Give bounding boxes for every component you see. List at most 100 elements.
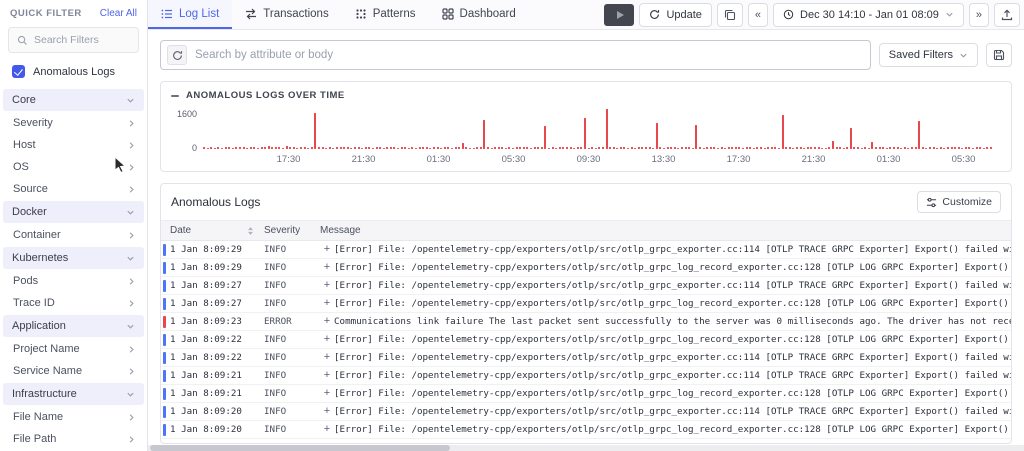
filter-item-trace-id[interactable]: Trace ID <box>0 292 147 314</box>
expand-plus-icon[interactable]: + <box>320 406 334 417</box>
expand-plus-icon[interactable]: + <box>320 370 334 381</box>
filter-item-host[interactable]: Host <box>0 134 147 156</box>
chart-bar <box>282 148 285 149</box>
expand-plus-icon[interactable]: + <box>320 244 334 255</box>
chart-bar <box>939 147 942 149</box>
filter-search-input[interactable] <box>34 34 130 46</box>
log-row[interactable]: 1 Jan 8:09:22 INFO + [Error] File: /opentel… <box>161 331 1011 349</box>
log-date: 1 Jan 8:09:23 <box>170 316 242 327</box>
chart-bar <box>238 147 241 149</box>
copy-button[interactable] <box>716 2 743 27</box>
top-controls: Update « Dec 30 14:10 - Jan 01 08:09 » <box>596 0 1020 29</box>
filter-item-container[interactable]: Container <box>0 224 147 246</box>
log-row[interactable]: 1 Jan 8:09:27 INFO + [Error] File: /opentel… <box>161 277 1011 295</box>
quick-filter-header: QUICK FILTER Clear All <box>0 8 147 27</box>
filter-search-box[interactable] <box>8 27 139 53</box>
filter-item-service-name[interactable]: Service Name <box>0 360 147 382</box>
checkbox-checked-icon[interactable] <box>12 65 25 78</box>
anomalous-logs-filter-row[interactable]: Anomalous Logs <box>0 61 147 88</box>
filter-item-pods[interactable]: Pods <box>0 270 147 292</box>
expand-plus-icon[interactable]: + <box>320 424 334 435</box>
share-button[interactable] <box>994 2 1020 27</box>
tab-transactions[interactable]: Transactions <box>232 0 341 29</box>
sort-icon[interactable] <box>247 226 254 236</box>
chevron-down-icon <box>126 96 135 105</box>
chevron-down-icon <box>126 254 135 263</box>
log-row[interactable]: 1 Jan 8:09:23 ERROR + Communications link f… <box>161 313 1011 331</box>
filter-item-file-path[interactable]: File Path <box>0 428 147 450</box>
chart-bar <box>821 148 824 149</box>
chart-bar <box>871 142 874 149</box>
date-range-picker[interactable]: Dec 30 14:10 - Jan 01 08:09 <box>773 2 964 27</box>
filter-item-os[interactable]: OS <box>0 156 147 178</box>
filter-section-infrastructure[interactable]: Infrastructure <box>3 383 144 405</box>
customize-button[interactable]: Customize <box>917 191 1001 213</box>
log-row[interactable]: 1 Jan 8:09:29 INFO + [Error] File: /opentel… <box>161 241 1011 259</box>
saved-filters-dropdown[interactable]: Saved Filters <box>878 43 978 67</box>
log-search-input[interactable] <box>195 49 864 61</box>
main-area: Log List Transactions Patterns Dashboard Up… <box>148 0 1024 451</box>
log-row[interactable]: 1 Jan 8:09:29 INFO + [Error] File: /opentel… <box>161 259 1011 277</box>
log-row[interactable]: 1 Jan 8:09:20 INFO + [Error] File: /opentel… <box>161 421 1011 439</box>
shift-right-button[interactable]: » <box>968 2 989 27</box>
column-severity[interactable]: Severity <box>264 225 320 236</box>
filter-section-application[interactable]: Application <box>3 315 144 337</box>
update-button[interactable]: Update <box>639 2 712 27</box>
chart-bar <box>623 147 626 149</box>
filter-item-source[interactable]: Source <box>0 178 147 200</box>
filter-item-severity[interactable]: Severity <box>0 112 147 134</box>
log-row[interactable]: 1 Jan 8:09:22 INFO + [Error] File: /opentel… <box>161 349 1011 367</box>
chart-bar <box>968 147 971 149</box>
log-row[interactable]: 1 Jan 8:09:27 INFO + [Error] File: /opentel… <box>161 295 1011 313</box>
chart-bar <box>767 147 770 149</box>
chart-panel: ANOMALOUS LOGS OVER TIME 1600 0 17:30 21:… <box>160 81 1012 172</box>
expand-plus-icon[interactable]: + <box>320 280 334 291</box>
clear-all-link[interactable]: Clear All <box>100 8 137 19</box>
expand-plus-icon[interactable]: + <box>320 352 334 363</box>
patterns-icon <box>355 8 367 20</box>
save-filter-button[interactable] <box>986 43 1012 67</box>
chart-bar <box>709 147 712 149</box>
log-row[interactable]: 1 Jan 8:09:21 INFO + [Error] File: /opentel… <box>161 385 1011 403</box>
chart-bar <box>954 147 957 149</box>
expand-plus-icon[interactable]: + <box>320 334 334 345</box>
tab-patterns[interactable]: Patterns <box>342 0 429 29</box>
expand-plus-icon[interactable]: + <box>320 316 334 327</box>
scrollbar-thumb[interactable] <box>150 445 450 451</box>
horizontal-scrollbar[interactable] <box>148 445 1024 451</box>
chart-bar <box>310 147 313 149</box>
chart-bar <box>415 148 418 149</box>
quick-filter-sidebar: QUICK FILTER Clear All Anomalous Logs Co… <box>0 0 148 451</box>
chart-bar <box>853 147 856 149</box>
filter-item-label: Source <box>13 183 48 195</box>
chart-bar <box>537 147 540 149</box>
log-row[interactable]: 1 Jan 8:09:21 INFO + [Error] File: /opentel… <box>161 367 1011 385</box>
chart-bar <box>314 113 317 149</box>
severity-indicator <box>163 405 166 418</box>
column-message[interactable]: Message <box>320 225 1011 236</box>
filter-section-kubernetes[interactable]: Kubernetes <box>3 247 144 269</box>
expand-plus-icon[interactable]: + <box>320 262 334 273</box>
log-search-box[interactable] <box>160 40 871 70</box>
x-tick: 13:30 <box>651 154 676 165</box>
chart-bar <box>321 147 324 149</box>
chart-bar <box>540 147 543 149</box>
filter-section-docker[interactable]: Docker <box>3 201 144 223</box>
filter-item-file-name[interactable]: File Name <box>0 406 147 428</box>
chart-bar <box>806 147 809 149</box>
chart-bar <box>472 148 475 149</box>
shift-left-button[interactable]: « <box>747 2 769 27</box>
query-builder-icon[interactable] <box>167 45 187 65</box>
expand-plus-icon[interactable]: + <box>320 388 334 399</box>
play-button[interactable] <box>604 3 635 26</box>
filter-item-label: OS <box>13 161 29 173</box>
chart-bar <box>738 147 741 149</box>
column-date[interactable]: Date <box>170 225 264 236</box>
chart-collapse-header[interactable]: ANOMALOUS LOGS OVER TIME <box>171 90 1001 101</box>
expand-plus-icon[interactable]: + <box>320 298 334 309</box>
filter-section-core[interactable]: Core <box>3 89 144 111</box>
filter-item-project-name[interactable]: Project Name <box>0 338 147 360</box>
tab-log-list[interactable]: Log List <box>148 0 233 29</box>
tab-dashboard[interactable]: Dashboard <box>429 0 529 29</box>
log-row[interactable]: 1 Jan 8:09:20 INFO + [Error] File: /opentel… <box>161 403 1011 421</box>
